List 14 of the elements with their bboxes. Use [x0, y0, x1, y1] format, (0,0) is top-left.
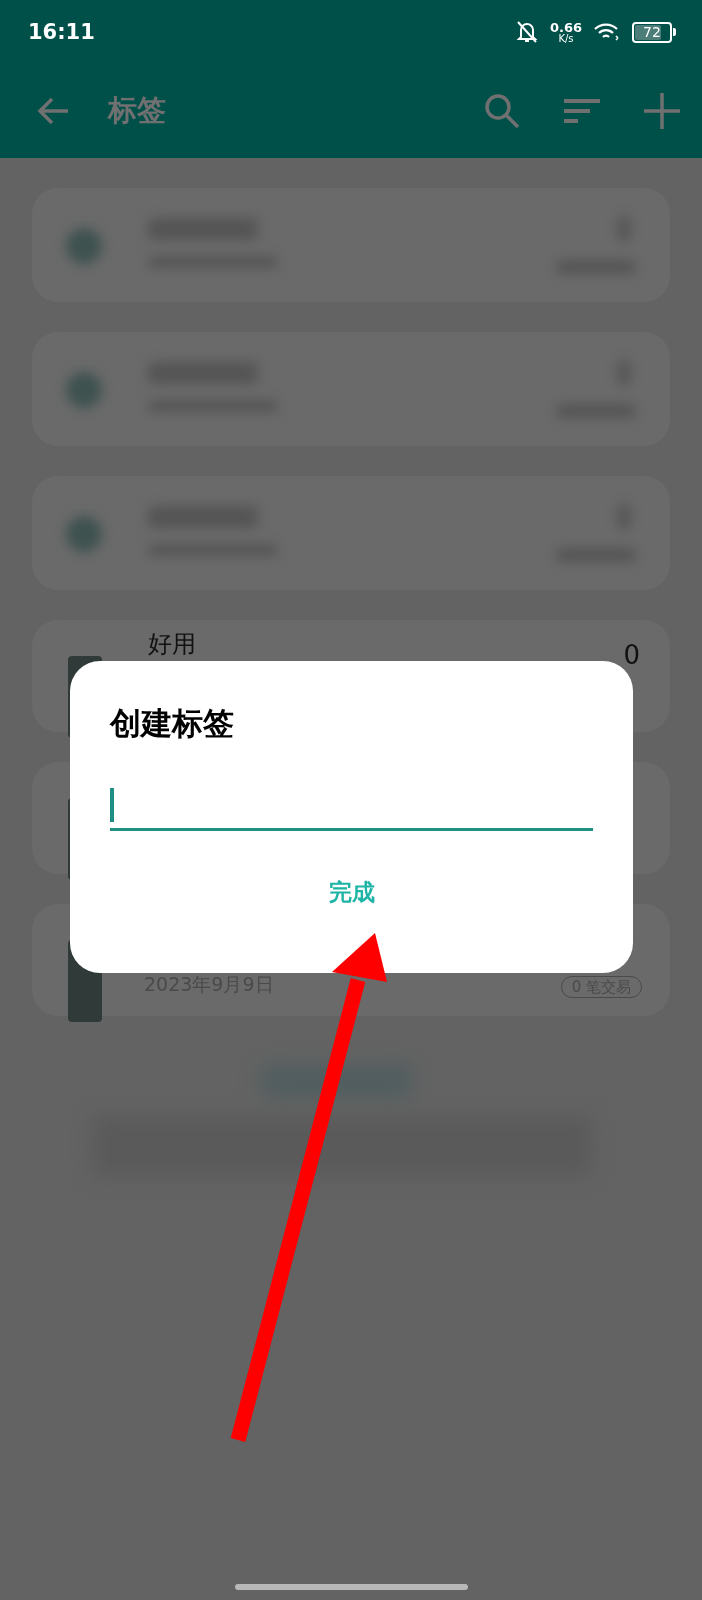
add-icon[interactable] [644, 93, 680, 129]
search-icon[interactable] [484, 93, 520, 129]
page-title: 标签 [108, 92, 167, 129]
wifi-icon [594, 22, 620, 42]
tag-name: 好用 [148, 630, 196, 658]
done-button[interactable]: 完成 [320, 873, 383, 912]
tag-amount: 0 [623, 640, 640, 670]
clock-time: 16:11 [28, 20, 96, 44]
back-arrow-icon[interactable] [36, 96, 70, 126]
sort-icon[interactable] [564, 97, 600, 125]
network-speed: 0.66 [549, 20, 582, 34]
dialog-title: 创建标签 [110, 704, 235, 743]
network-speed-unit: K/s [558, 33, 574, 44]
bell-off-icon [515, 20, 538, 44]
